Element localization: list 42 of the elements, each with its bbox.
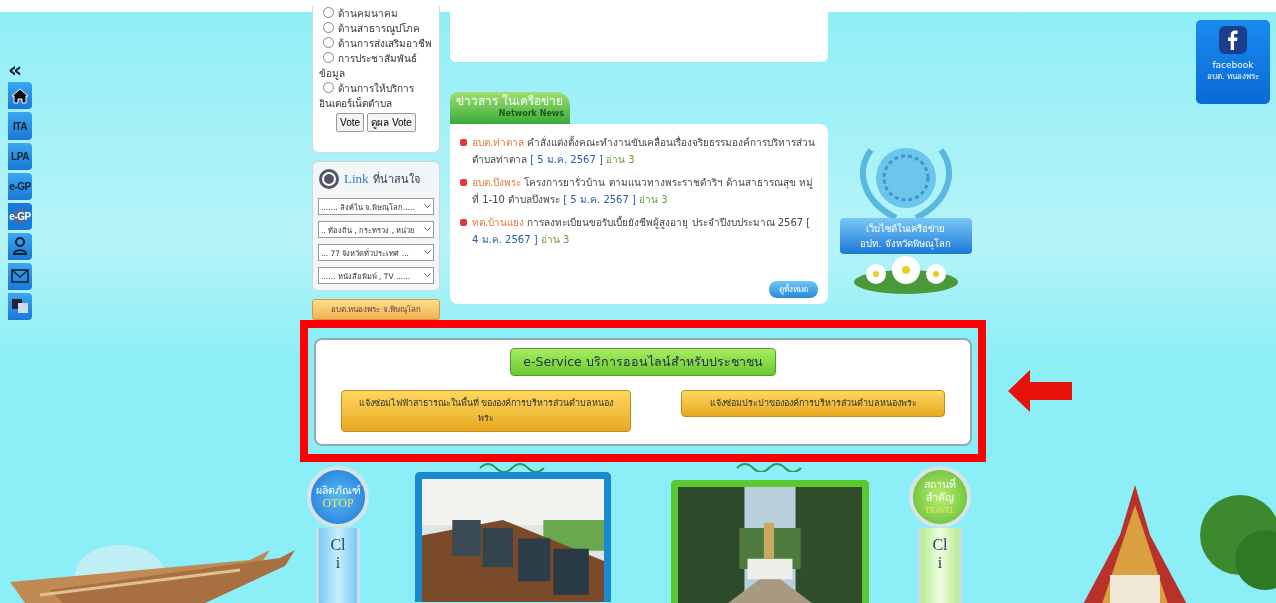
arrow-icon [1008,370,1072,412]
sidebar-button[interactable]: ITA [8,112,32,140]
vote-button[interactable]: ดูผล Vote [367,113,416,132]
section-title-banner: e-Service บริการออนไลน์สำหรับประชาชน [510,348,776,376]
home-button[interactable] [8,82,32,110]
facebook-button[interactable]: facebook อบต. หนองพระ [1196,20,1270,104]
poll-option[interactable]: ด้านสาธารณูปโภค [319,21,433,36]
person-icon [12,237,28,256]
bullet-icon [460,139,467,146]
network-websites-button[interactable]: เว็บไซต์ในเครือข่าย อปท. จังหวัดพิษณุโลก [839,218,972,254]
poll-option[interactable]: ด้านการส่งเสริมอาชีพ [319,36,433,51]
mail-button[interactable] [8,262,32,290]
bullet-icon [460,219,467,226]
news-item[interactable]: ทต.บ้านแยง การลงทะเบียนขอรับเบี้ยยังชีพผู้สูงอายุ ประจำปีงบประมาณ 2567 [ 4 ม.ค. 2567 ] อ่าน 3 [472,214,818,248]
poll-option[interactable]: ด้านการให้บริการอินเตอร์เน็ตตำบล [319,81,433,111]
vote-button[interactable]: Vote [336,113,365,132]
sidebar-button[interactable]: LPA [8,142,32,170]
eservice-button[interactable]: แจ้งซ่อมไฟฟ้าสาธารณะในพื้นที่ ขององค์การบริหารส่วนตำบลหนองพระ [341,390,631,432]
translate-icon [11,298,29,315]
eservice-button[interactable]: แจ้งซ่อมประปาขององค์การบริหารส่วนตำบลหนองพระ [681,390,945,417]
ornament-drawing [735,462,805,472]
links-title: Link [344,171,369,187]
collapse-button[interactable]: « [8,62,32,80]
facebook-icon [1219,26,1247,54]
person-button[interactable] [8,232,32,260]
home-icon [11,87,29,104]
news-header: ข่าวสาร ในเครือข่าย Network News [450,92,570,124]
sidebar-button[interactable]: e-GP [8,202,32,230]
news-item[interactable]: อบต.ท่าตาล คำสั่งแต่งตั้งคณะทำงานขับเคลื่อนเรื่องจริยธรรมองค์การบริหารส่วนตำบลท่าตาล [ 5 ม.ค. 2567 ] อ่าน 3 [472,134,818,168]
bullet-icon [460,179,467,186]
sidebar-button[interactable]: e-GP [8,172,32,200]
otop-badge[interactable]: ผลิตภัณฑ์ OTOP Cli [305,466,371,603]
poll-option[interactable]: ด้านคมนาคม [319,6,433,21]
links-subtitle: ที่น่าสนใจ [372,170,420,188]
link-icon [318,168,340,190]
poll-option[interactable]: การประชาสัมพันธ์ข้อมูล [319,51,433,81]
banner-button[interactable]: อบต.หนองพระ จ.พิษณุโลก [312,299,440,320]
travel-badge[interactable]: สถานที่ สำคัญ TRAVEL Cli [907,466,973,603]
news-item[interactable]: อบต.บึงพระ โครงการยารั่วบ้าน ตามแนวทางพระราชดำริฯ ด้านสาธารณสุข หมู่ที่ 1-10 ตำบลบึงพระ [ 5 ม.ค. 2567 ] อ่าน 3 [472,174,818,208]
translate-button[interactable] [8,292,32,321]
ornament-drawing [478,462,548,472]
mail-icon [11,269,29,284]
